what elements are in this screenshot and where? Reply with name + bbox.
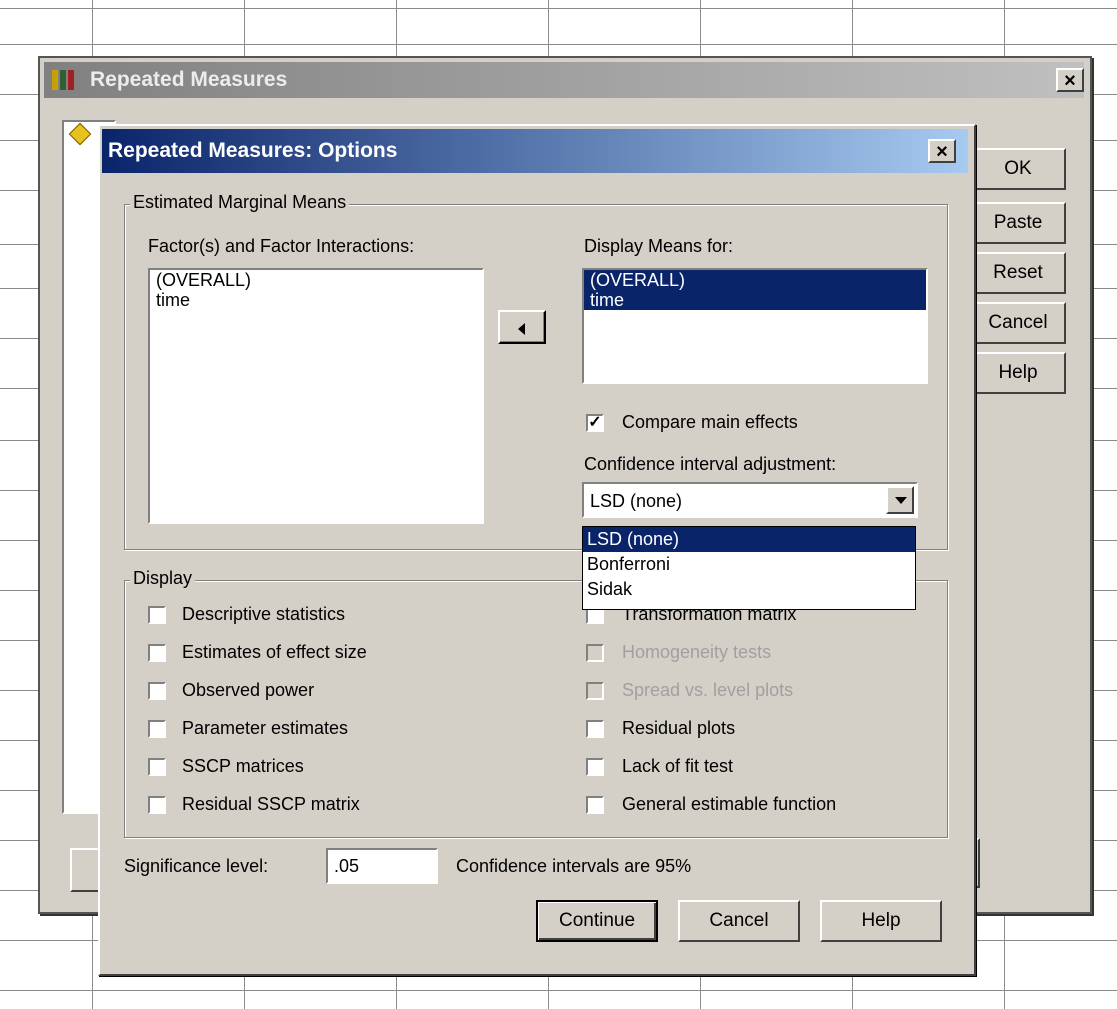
sscp-matrices-label: SSCP matrices (182, 756, 304, 776)
effect-size-checkbox[interactable] (148, 644, 166, 662)
display-means-item-time[interactable]: time (584, 290, 926, 310)
descriptive-statistics-checkbox[interactable] (148, 606, 166, 624)
help-button[interactable]: Help (820, 900, 942, 942)
options-dialog: Repeated Measures: Options × Estimated M… (98, 124, 976, 976)
effect-size-label: Estimates of effect size (182, 642, 367, 662)
lack-of-fit-checkbox[interactable] (586, 758, 604, 776)
dropdown-option-sidak[interactable]: Sidak (583, 577, 915, 602)
spss-app-icon (52, 70, 74, 90)
cancel-button[interactable]: Cancel (678, 900, 800, 942)
outer-dialog-title: Repeated Measures (90, 68, 288, 91)
display-means-listbox[interactable]: (OVERALL) time (582, 268, 928, 384)
ci-adjustment-label: Confidence interval adjustment: (584, 454, 837, 474)
reset-button[interactable]: Reset (970, 252, 1066, 294)
emm-legend: Estimated Marginal Means (130, 192, 350, 213)
factors-label: Factor(s) and Factor Interactions: (148, 236, 415, 256)
residual-plots-checkbox[interactable] (586, 720, 604, 738)
lack-of-fit-label: Lack of fit test (622, 756, 734, 776)
residual-sscp-label: Residual SSCP matrix (182, 794, 360, 814)
parameter-estimates-label: Parameter estimates (182, 718, 349, 738)
factor-item-overall[interactable]: (OVERALL) (150, 270, 482, 290)
dropdown-option-bonferroni[interactable]: Bonferroni (583, 552, 915, 577)
arrow-left-icon (518, 323, 525, 335)
compare-main-effects-label: Compare main effects (622, 412, 798, 432)
compare-main-effects-checkbox[interactable]: ✓ (586, 414, 604, 432)
variable-icon (68, 122, 92, 146)
residual-sscp-checkbox[interactable] (148, 796, 166, 814)
options-close-button[interactable]: × (928, 139, 956, 163)
options-dialog-title: Repeated Measures: Options (108, 139, 398, 162)
ci-adjustment-dropdown-list: LSD (none) Bonferroni Sidak (582, 526, 916, 610)
ci-note-label: Confidence intervals are 95% (456, 856, 692, 876)
sscp-matrices-checkbox[interactable] (148, 758, 166, 776)
observed-power-label: Observed power (182, 680, 315, 700)
factor-item-time[interactable]: time (150, 290, 482, 310)
dropdown-option-lsd[interactable]: LSD (none) (583, 527, 915, 552)
outer-close-button[interactable]: × (1056, 68, 1084, 92)
general-estimable-checkbox[interactable] (586, 796, 604, 814)
residual-plots-label: Residual plots (622, 718, 736, 738)
paste-button[interactable]: Paste (970, 202, 1066, 244)
chevron-down-icon (895, 497, 907, 504)
dropdown-arrow-button[interactable] (886, 486, 914, 514)
spread-level-plots-label: Spread vs. level plots (622, 680, 794, 700)
parameter-estimates-checkbox[interactable] (148, 720, 166, 738)
general-estimable-label: General estimable function (622, 794, 837, 814)
ci-adjustment-select[interactable]: LSD (none) (582, 482, 918, 518)
outer-help-button[interactable]: Help (970, 352, 1066, 394)
outer-title-bar[interactable]: Repeated Measures × (44, 62, 1084, 98)
display-legend: Display (130, 568, 196, 589)
display-means-item-overall[interactable]: (OVERALL) (584, 270, 926, 290)
display-means-label: Display Means for: (584, 236, 734, 256)
continue-button[interactable]: Continue (536, 900, 658, 942)
significance-level-input[interactable]: .05 (326, 848, 438, 884)
significance-level-label: Significance level: (124, 856, 269, 876)
homogeneity-tests-checkbox (586, 644, 604, 662)
outer-cancel-button[interactable]: Cancel (970, 302, 1066, 344)
ci-adjustment-selected: LSD (none) (590, 491, 683, 511)
move-left-button[interactable] (498, 310, 546, 344)
factors-listbox[interactable]: (OVERALL) time (148, 268, 484, 524)
observed-power-checkbox[interactable] (148, 682, 166, 700)
descriptive-statistics-label: Descriptive statistics (182, 604, 346, 624)
homogeneity-tests-label: Homogeneity tests (622, 642, 772, 662)
options-title-bar[interactable]: Repeated Measures: Options × (102, 129, 968, 173)
spread-level-plots-checkbox (586, 682, 604, 700)
ok-button[interactable]: OK (970, 148, 1066, 190)
